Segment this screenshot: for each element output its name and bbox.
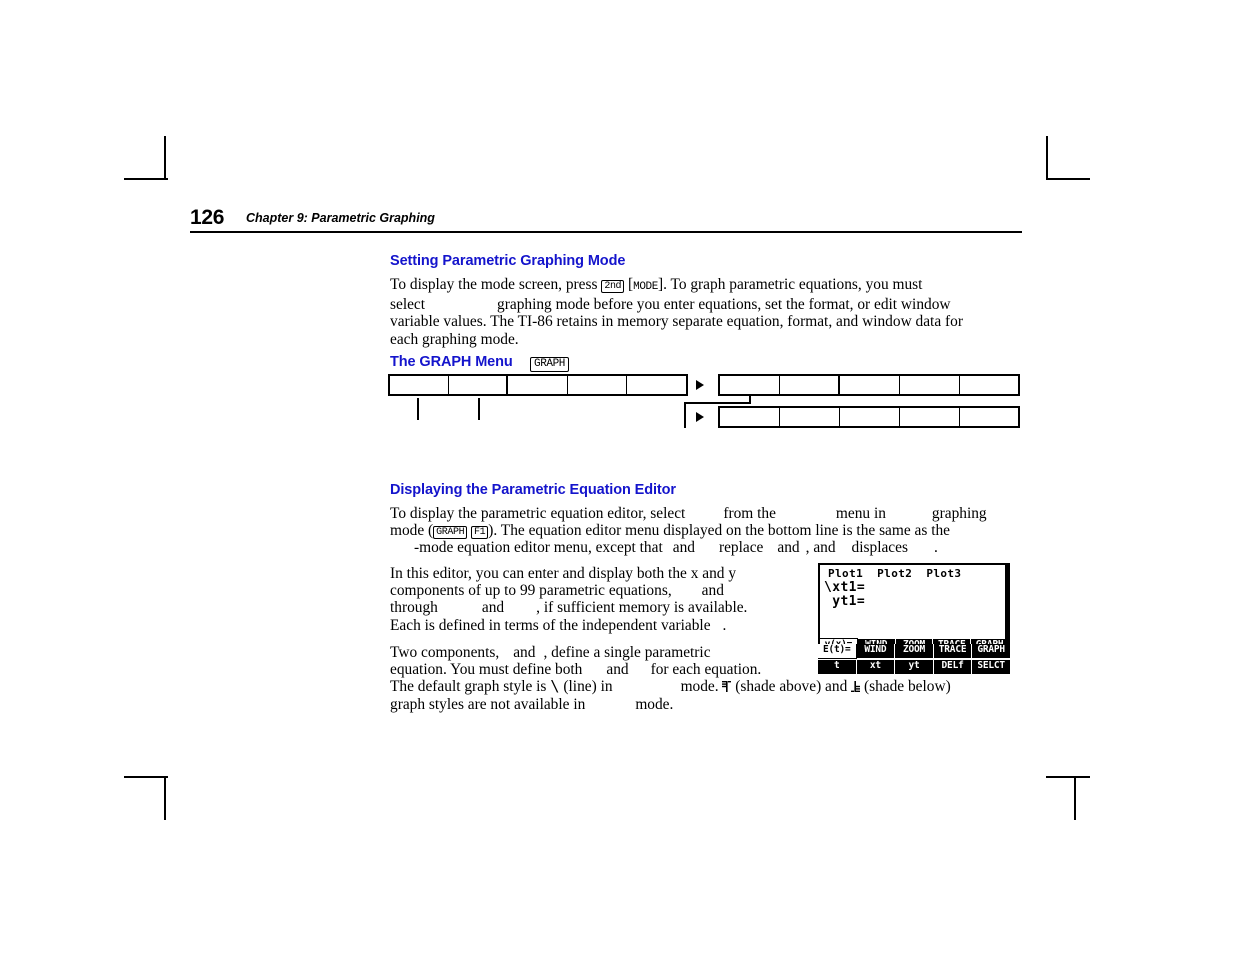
- menu-map-cell[interactable]: [508, 376, 568, 394]
- menu-map-row-1: [388, 374, 688, 396]
- crop-mark-top-right-vertical: [1046, 136, 1048, 180]
- menu-map-arrow-right-2: [696, 412, 704, 422]
- lcd-strip-item-t[interactable]: t: [818, 660, 856, 674]
- menu-map-cell[interactable]: [390, 376, 450, 394]
- key-graph-callout: GRAPH: [530, 354, 570, 372]
- heading-the-graph-menu: The GRAPH Menu: [390, 354, 513, 370]
- crop-mark-top-left-horizontal: [124, 178, 168, 180]
- lcd-strip-item-selct[interactable]: SELCT: [972, 660, 1010, 674]
- crop-mark-bottom-right-vertical: [1074, 776, 1076, 820]
- menu-map-cell[interactable]: [568, 376, 627, 394]
- key-f1-inline: F1: [471, 525, 489, 539]
- header-rule: [190, 231, 1022, 233]
- menu-map-cell[interactable]: [840, 376, 900, 394]
- lcd-plot-header: Plot1 Plot2 Plot3: [828, 567, 962, 580]
- lcd-right-edge-bar: [1005, 565, 1008, 639]
- graph-menu-map: [388, 374, 1028, 432]
- key-mode-label: MODE: [633, 281, 658, 293]
- lcd-strip-menu-row-secondary: t xt yt DELf SELCT: [818, 660, 1010, 674]
- paragraph-equation-editor-intro: To display the parametric equation edito…: [390, 505, 1002, 557]
- menu-map-tick-2: [478, 398, 480, 420]
- key-graph-label: GRAPH: [530, 356, 570, 372]
- page-number: 126: [190, 206, 225, 229]
- components-line-4: graph styles are not available in mode.: [390, 695, 674, 713]
- chapter-title: Chapter 9: Parametric Graphing: [246, 211, 435, 225]
- lcd-strip-item-wind[interactable]: WIND: [856, 644, 895, 658]
- menu-map-cell[interactable]: [960, 408, 1018, 426]
- editor-desc-line-4: Each is defined in terms of the independ…: [390, 616, 727, 634]
- crop-mark-bottom-right-horizontal: [1046, 776, 1090, 778]
- menu-map-tick-1: [417, 398, 419, 420]
- key-2nd: 2nd: [601, 279, 625, 293]
- menu-map-cell[interactable]: [900, 408, 960, 426]
- document-page: 126 Chapter 9: Parametric Graphing Setti…: [0, 0, 1235, 954]
- heading-displaying-parametric-equation-editor: Displaying the Parametric Equation Edito…: [390, 482, 676, 498]
- glyph-shade-below-icon: [851, 679, 861, 693]
- paragraph-setting-mode: To display the mode screen, press 2nd [M…: [390, 276, 963, 348]
- lcd-yt1-line: yt1=: [824, 594, 866, 609]
- lcd-strip-menu-row-primary: E(t)= WIND ZOOM TRACE GRAPH: [818, 644, 1010, 659]
- glyph-line-style: \: [550, 677, 560, 696]
- editor-intro-line-3: -mode equation editor menu, except that a…: [414, 539, 938, 557]
- lcd-strip-item-yt[interactable]: yt: [895, 660, 933, 674]
- menu-map-cell[interactable]: [720, 376, 780, 394]
- menu-map-connector-vertical-rise: [684, 402, 686, 428]
- menu-map-cell[interactable]: [720, 408, 780, 426]
- crop-mark-bottom-left-vertical: [164, 776, 166, 820]
- editor-desc-line-1: In this editor, you can enter and displa…: [390, 565, 737, 582]
- lcd-xt1-line: \xt1=: [824, 580, 866, 595]
- crop-mark-top-right-horizontal: [1046, 178, 1090, 180]
- crop-mark-bottom-left-horizontal: [124, 776, 168, 778]
- menu-map-row-3: [718, 406, 1020, 428]
- editor-intro-line-1: To display the parametric equation edito…: [390, 505, 987, 522]
- lcd-strip-item-graph[interactable]: GRAPH: [972, 644, 1010, 658]
- crop-mark-top-left-vertical: [164, 136, 166, 180]
- menu-map-connector-horizontal: [684, 402, 751, 404]
- heading-setting-parametric-graphing-mode: Setting Parametric Graphing Mode: [390, 253, 626, 269]
- menu-map-cell[interactable]: [627, 376, 686, 394]
- menu-map-cell[interactable]: [960, 376, 1018, 394]
- lcd-strip-item-zoom[interactable]: ZOOM: [895, 644, 933, 658]
- lcd-strip-item-trace[interactable]: TRACE: [933, 644, 972, 658]
- editor-desc-line-2: components of up to 99 parametric equati…: [390, 582, 724, 600]
- lcd-strip-item-et-equals[interactable]: E(t)=: [818, 644, 857, 659]
- paragraph-editor-description: In this editor, you can enter and displa…: [390, 565, 792, 634]
- key-graph-inline: GRAPH: [433, 525, 468, 539]
- menu-map-row-2: [718, 374, 1020, 396]
- calculator-menu-strip: E(t)= WIND ZOOM TRACE GRAPH t xt yt DELf…: [818, 644, 1010, 674]
- menu-map-cell[interactable]: [780, 376, 840, 394]
- menu-map-cell[interactable]: [449, 376, 509, 394]
- glyph-shade-above-icon: [722, 679, 732, 693]
- menu-map-cell[interactable]: [900, 376, 960, 394]
- components-line-3: The default graph style is \ (line) in mo…: [390, 677, 951, 696]
- menu-map-cell[interactable]: [840, 408, 900, 426]
- menu-map-arrow-right-1: [696, 380, 704, 390]
- editor-intro-line-2: mode (GRAPH F1). The equation editor men…: [390, 522, 951, 540]
- lcd-strip-item-delf[interactable]: DELf: [933, 660, 972, 674]
- editor-desc-line-3: through and, if sufficient memory is avai…: [390, 599, 748, 617]
- lcd-strip-item-xt[interactable]: xt: [856, 660, 895, 674]
- menu-map-cell[interactable]: [780, 408, 840, 426]
